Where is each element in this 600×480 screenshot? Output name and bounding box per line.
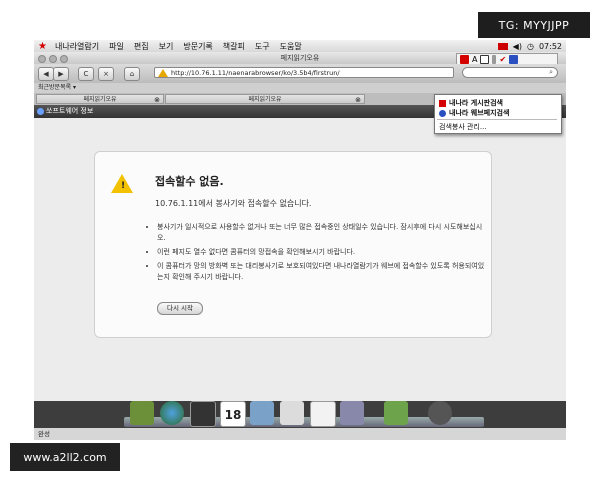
browser-toolbar: ◀ ▶ C × ⌂ http://10.76.1.11/naenarabrows…	[34, 64, 566, 83]
menu-file[interactable]: 파일	[109, 41, 124, 52]
menu-edit[interactable]: 편집	[134, 41, 149, 52]
dropdown-item-label: 내나라 게시판검색	[449, 99, 503, 107]
error-subtitle: 10.76.1.11에서 봉사기와 접속할수 없습니다.	[155, 199, 312, 208]
clock-icon: ◷	[526, 41, 534, 51]
tab-close-icon[interactable]: ⊗	[154, 95, 160, 105]
dock: 18	[34, 401, 566, 428]
error-bullets: 봉사기가 일시적으로 사용할수 없거나 또는 너무 많은 접속중인 상태일수 있…	[145, 222, 487, 286]
close-window-icon[interactable]	[38, 55, 46, 63]
tab-label: 페지읽기오유	[83, 96, 117, 103]
browser-screen: ★ 내나라열람기 파일 편집 보기 방문기록 책갈피 도구 도움말 ◀) ◷ 0…	[34, 40, 566, 440]
tab-label: 페지읽기오유	[248, 96, 282, 103]
check-icon[interactable]: ✔	[499, 55, 506, 64]
info-icon	[37, 108, 44, 115]
back-arrow-icon[interactable]: ◀	[38, 67, 54, 81]
window-icon[interactable]	[480, 55, 490, 64]
engine-red-icon[interactable]	[460, 55, 469, 64]
text-a-icon[interactable]: A	[472, 55, 477, 64]
list-item: 이런 페지도 열수 없다면 콤퓨터의 망접속을 확인해보시기 바랍니다.	[157, 247, 487, 258]
dropdown-item-web-search[interactable]: 내나라 웨브페지검색	[439, 108, 509, 118]
dropdown-divider	[437, 119, 557, 120]
dropdown-item-board-search[interactable]: 내나라 게시판검색	[439, 98, 503, 108]
stop-button[interactable]: ×	[98, 67, 114, 81]
dropdown-item-label: 내나라 웨브페지검색	[449, 109, 510, 117]
window-title: 페지읽기오유	[280, 54, 320, 62]
recent-history-dropdown[interactable]: 최근방문목록 ▾	[38, 84, 76, 91]
menu-bookmarks[interactable]: 책갈피	[223, 41, 245, 52]
menu-tools[interactable]: 도구	[255, 41, 270, 52]
tab-error-2[interactable]: 페지읽기오유 ⊗	[165, 94, 365, 104]
watermark-top-right: TG: MYYJJPP	[478, 12, 590, 38]
minimize-window-icon[interactable]	[49, 55, 57, 63]
trash-icon[interactable]	[428, 401, 452, 425]
media-icon[interactable]	[190, 401, 216, 427]
flag-icon[interactable]	[497, 42, 508, 50]
home-icon[interactable]: ⌂	[124, 67, 140, 81]
menu-app[interactable]: 내나라열람기	[55, 41, 99, 52]
url-bar[interactable]: http://10.76.1.11/naenarabrowser/ko/3.5b…	[154, 67, 454, 78]
red-star-icon[interactable]: ★	[38, 41, 47, 52]
search-input[interactable]: ⌕	[462, 67, 558, 78]
status-text: 완성	[38, 430, 50, 438]
divider-icon	[492, 55, 497, 64]
downloads-icon[interactable]	[384, 401, 408, 425]
board-search-icon	[439, 99, 446, 107]
info-label[interactable]: 쏘프트웨어 정보	[46, 107, 93, 115]
dropdown-item-label: 검색봉사 관리...	[439, 123, 487, 131]
volume-icon[interactable]: ◀)	[513, 42, 522, 51]
reload-button[interactable]: C	[78, 67, 94, 81]
dock-app-icon[interactable]	[130, 401, 154, 425]
error-title: 접속할수 없음.	[155, 175, 224, 188]
engine-blue-icon[interactable]	[509, 55, 519, 64]
tab-error-1[interactable]: 페지읽기오유 ⊗	[36, 94, 164, 104]
os-menubar: ★ 내나라열람기 파일 편집 보기 방문기록 책갈피 도구 도움말 ◀) ◷ 0…	[34, 40, 566, 52]
warning-exclamation: !	[121, 181, 126, 191]
manage-search-engines[interactable]: 검색봉사 관리...	[439, 122, 487, 132]
mail-icon[interactable]	[280, 401, 304, 425]
menu-view[interactable]: 보기	[159, 41, 174, 52]
tools-icon[interactable]	[340, 401, 364, 425]
retry-button[interactable]: 다시 시작	[157, 302, 203, 315]
zoom-window-icon[interactable]	[60, 55, 68, 63]
watermark-bottom-left: www.a2ll2.com	[10, 443, 120, 471]
forward-arrow-icon[interactable]: ▶	[53, 67, 69, 81]
menu-help[interactable]: 도움말	[280, 41, 302, 52]
spreadsheet-icon[interactable]	[310, 401, 336, 427]
status-bar: 완성	[34, 428, 566, 440]
list-item: 봉사기가 일시적으로 사용할수 없거나 또는 너무 많은 접속중인 상태일수 있…	[157, 222, 487, 244]
search-engine-dropdown: 내나라 게시판검색 내나라 웨브페지검색 검색봉사 관리...	[434, 94, 562, 134]
calendar-icon[interactable]: 18	[220, 401, 246, 427]
contacts-icon[interactable]	[250, 401, 274, 425]
error-panel: ! 접속할수 없음. 10.76.1.11에서 봉사기와 접속할수 없습니다. …	[94, 151, 492, 338]
tab-close-icon[interactable]: ⊗	[355, 95, 361, 105]
window-controls	[38, 55, 68, 63]
globe-icon[interactable]	[160, 401, 184, 425]
page-content: ! 접속할수 없음. 10.76.1.11에서 봉사기와 접속할수 없습니다. …	[34, 118, 566, 401]
menu-history[interactable]: 방문기록	[183, 41, 212, 52]
url-text: http://10.76.1.11/naenarabrowser/ko/3.5b…	[171, 68, 340, 77]
clock-time: 07:52	[538, 41, 562, 51]
bookmarks-bar: 최근방문목록 ▾	[34, 83, 566, 93]
list-item: 이 콤퓨터가 망의 방화벽 또는 대리봉사기로 보호되여있다면 내나라열람기가 …	[157, 261, 487, 283]
web-search-icon	[439, 109, 446, 117]
warning-icon	[158, 69, 168, 77]
